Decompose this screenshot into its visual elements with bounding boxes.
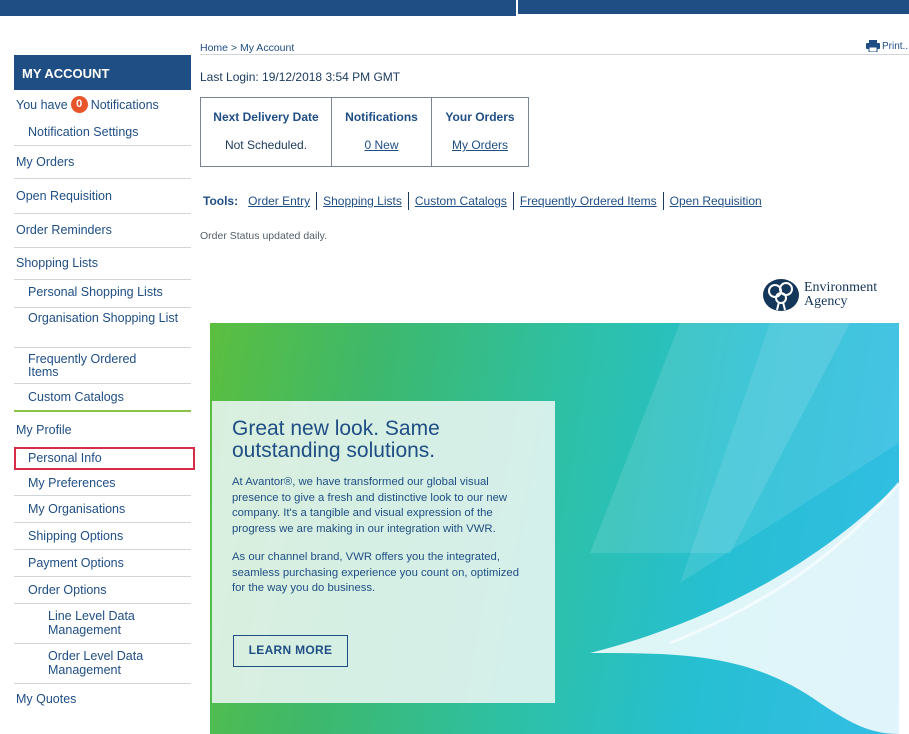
sidebar-item-my-preferences[interactable]: My Preferences: [14, 470, 191, 496]
promo-paragraph-1: At Avantor®, we have transformed our glo…: [232, 476, 508, 535]
notifications-new-link[interactable]: 0 New: [332, 138, 431, 152]
agency-name-line2: Agency: [804, 294, 848, 309]
sidebar-item-payment-options[interactable]: Payment Options: [14, 550, 191, 577]
sidebar-item-personal-shopping-lists[interactable]: Personal Shopping Lists: [14, 280, 191, 308]
sidebar-item-label: Personal Shopping Lists: [28, 285, 163, 299]
top-search-area: [516, 0, 909, 16]
my-orders-link[interactable]: My Orders: [432, 138, 528, 152]
sidebar-item-label: Line Level Data Management: [48, 609, 135, 637]
notifications-prefix: You have: [16, 97, 68, 112]
sidebar-item-label: My Profile: [16, 423, 72, 437]
summary-header: Your Orders: [445, 110, 515, 124]
tool-order-entry-link[interactable]: Order Entry: [248, 192, 316, 210]
account-summary-table: Next Delivery Date Not Scheduled. Notifi…: [200, 97, 529, 167]
notifications-suffix: Notifications: [90, 97, 159, 112]
sidebar-item-label: Frequently Ordered Items: [28, 352, 137, 379]
tool-open-requisition-link[interactable]: Open Requisition: [662, 192, 768, 210]
sidebar-item-label: Shipping Options: [28, 529, 124, 543]
sidebar-item-my-orders[interactable]: My Orders: [14, 146, 191, 179]
sidebar-item-custom-catalogs[interactable]: Custom Catalogs: [14, 384, 191, 412]
sidebar-item-personal-info[interactable]: Personal Info: [14, 447, 195, 470]
sidebar-item-label: Open Requisition: [16, 189, 112, 203]
sidebar-item-frequently-ordered-items[interactable]: Frequently Ordered Items: [14, 348, 191, 384]
summary-header: Notifications: [345, 110, 418, 124]
sidebar-notifications[interactable]: You have 0 Notifications: [14, 90, 191, 119]
sidebar-item-order-options[interactable]: Order Options: [14, 577, 191, 604]
sidebar-item-label: Order Options: [28, 583, 107, 597]
sidebar-item-my-quotes[interactable]: My Quotes: [14, 684, 191, 712]
promo-paragraph-2: As our channel brand, VWR offers you the…: [232, 551, 519, 594]
tool-frequently-ordered-items-link[interactable]: Frequently Ordered Items: [512, 192, 663, 210]
summary-header: Next Delivery Date: [213, 110, 319, 124]
tools-bar: Tools: Order Entry Shopping Lists Custom…: [203, 192, 768, 210]
sidebar-item-my-profile[interactable]: My Profile: [14, 412, 191, 447]
agency-emblem-icon: [763, 279, 799, 311]
agency-name-line1: Environment: [804, 280, 878, 295]
order-status-note: Order Status updated daily.: [200, 230, 328, 242]
summary-notifications: Notifications 0 New: [332, 98, 432, 166]
sidebar-item-order-level-data-management[interactable]: Order Level Data Management: [14, 644, 191, 684]
sidebar-item-label: My Organisations: [28, 502, 126, 516]
print-label: Print..: [882, 40, 909, 52]
sidebar-item-shopping-lists[interactable]: Shopping Lists: [14, 248, 191, 280]
sidebar-item-order-reminders[interactable]: Order Reminders: [14, 214, 191, 248]
account-sidebar: MY ACCOUNT You have 0 Notifications Noti…: [14, 55, 195, 712]
breadcrumb[interactable]: Home > My Account: [200, 42, 294, 54]
sidebar-header: MY ACCOUNT: [14, 55, 191, 90]
environment-agency-logo: Environment Agency: [762, 278, 877, 312]
sidebar-item-organisation-shopping-list[interactable]: Organisation Shopping List: [14, 308, 191, 348]
tool-custom-catalogs-link[interactable]: Custom Catalogs: [407, 192, 513, 210]
sidebar-item-shipping-options[interactable]: Shipping Options: [14, 523, 191, 550]
tool-shopping-lists-link[interactable]: Shopping Lists: [316, 192, 408, 210]
agency-name: Environment Agency: [804, 281, 877, 309]
sidebar-item-label: Order Reminders: [16, 223, 112, 237]
sidebar-item-notification-settings[interactable]: Notification Settings: [14, 119, 191, 146]
tools-label: Tools:: [203, 194, 239, 208]
notification-count-badge: 0: [70, 96, 88, 113]
printer-icon: [866, 40, 880, 52]
promo-title: Great new look. Same outstanding solutio…: [232, 417, 440, 462]
sidebar-item-label: My Preferences: [28, 476, 116, 490]
sidebar-item-open-requisition[interactable]: Open Requisition: [14, 179, 191, 214]
sidebar-item-label: Notification Settings: [28, 125, 139, 139]
summary-next-delivery: Next Delivery Date Not Scheduled.: [201, 98, 332, 166]
summary-your-orders: Your Orders My Orders: [432, 98, 528, 166]
promo-banner: Great new look. Same outstanding solutio…: [210, 323, 899, 734]
print-button[interactable]: Print..: [866, 40, 908, 52]
promo-card: Great new look. Same outstanding solutio…: [212, 401, 555, 703]
last-login-text: Last Login: 19/12/2018 3:54 PM GMT: [200, 70, 401, 84]
selection-highlight-box: [14, 447, 195, 470]
sidebar-item-label: Organisation Shopping List: [28, 311, 179, 325]
learn-more-button[interactable]: LEARN MORE: [233, 635, 348, 667]
top-navigation-bar: [0, 0, 909, 16]
summary-value: Not Scheduled.: [224, 138, 308, 152]
sidebar-item-my-organisations[interactable]: My Organisations: [14, 496, 191, 523]
sidebar-item-line-level-data-management[interactable]: Line Level Data Management: [14, 604, 191, 644]
sidebar-item-label: My Quotes: [16, 692, 77, 706]
sidebar-item-label: My Orders: [16, 155, 75, 169]
breadcrumb-divider: [200, 54, 909, 55]
sidebar-item-label: Shopping Lists: [16, 256, 99, 270]
sidebar-item-label: Order Level Data Management: [48, 649, 144, 677]
sidebar-item-label: Custom Catalogs: [28, 390, 124, 404]
sidebar-item-label: Payment Options: [28, 556, 124, 570]
